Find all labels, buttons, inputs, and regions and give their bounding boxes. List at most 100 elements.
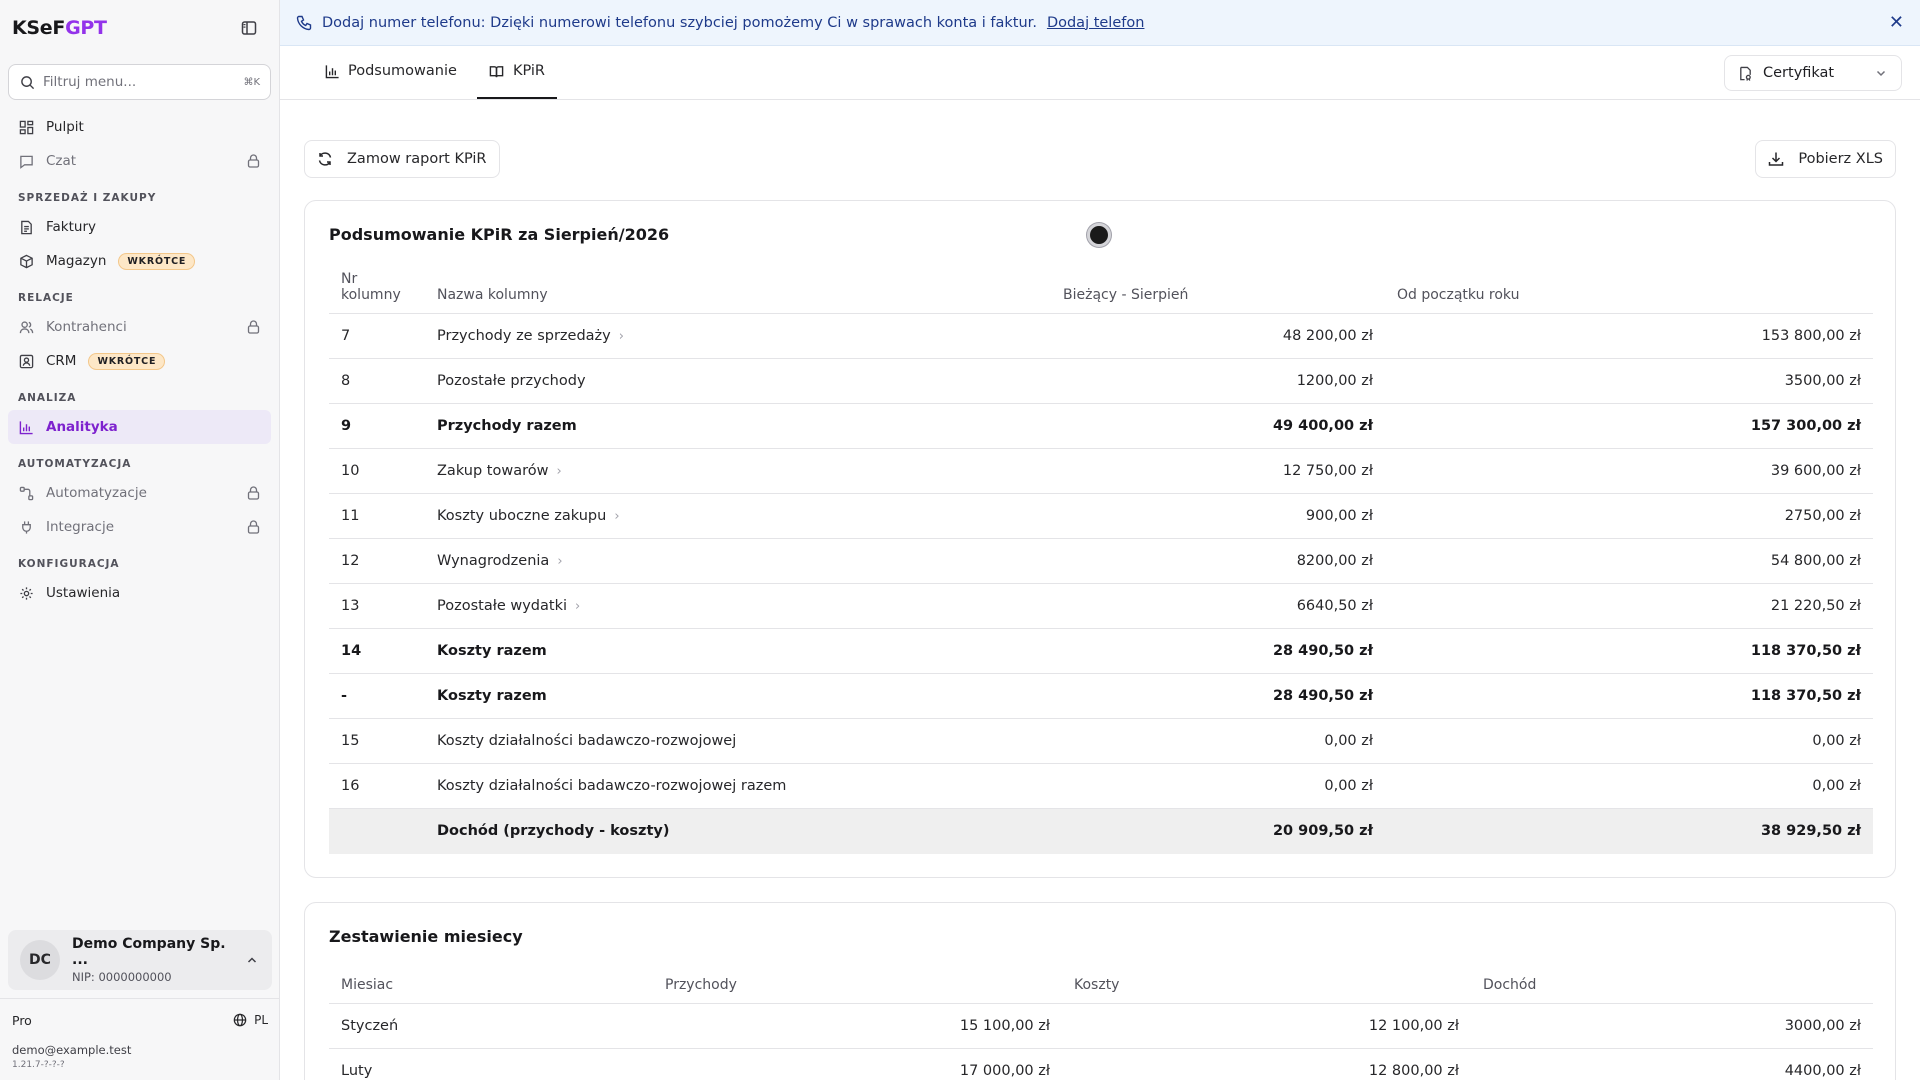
row-ytd-value: 0,00 zł — [1385, 763, 1873, 809]
workflow-icon — [18, 485, 34, 501]
column-header-name: Nazwa kolumny — [425, 271, 1063, 314]
section-heading-config: KONFIGURACJA — [18, 558, 120, 570]
monthly-summary-card: Zestawienie miesiecy Miesiac Przychody K… — [304, 902, 1896, 1080]
monthly-table: Miesiac Przychody Koszty Dochód Styczeń 1… — [329, 977, 1873, 1080]
total-row: Dochód (przychody - koszty) 20 909,50 zł 3… — [329, 808, 1873, 854]
table-row: 16 Koszty działalności badawczo-rozwojowe… — [329, 763, 1873, 809]
row-current-value: 28 490,50 zł — [1063, 673, 1385, 719]
column-header-income: Przychody — [653, 977, 1062, 1004]
row-name-cell: Koszty uboczne zakupu › — [425, 493, 1063, 539]
order-report-button[interactable]: Zamow raport KPiR — [304, 140, 500, 178]
tab-bar: Podsumowanie KPiR Certyfikat — [280, 46, 1920, 100]
sidebar-item-automatyzacje[interactable]: Automatyzacje — [8, 476, 271, 510]
row-ytd-value: 21 220,50 zł — [1385, 583, 1873, 629]
sidebar-toggle-icon[interactable] — [239, 18, 259, 38]
lock-icon — [245, 485, 261, 501]
row-ytd-value: 39 600,00 zł — [1385, 448, 1873, 494]
sidebar-item-magazyn[interactable]: Magazyn WKRÓTCE — [8, 244, 271, 278]
lock-icon — [245, 153, 261, 169]
row-name-cell: Koszty razem — [425, 673, 1063, 719]
menu-search-input[interactable]: Filtruj menu... ⌘K — [8, 64, 271, 100]
section-heading-automation: AUTOMATYZACJA — [18, 458, 132, 470]
sidebar-item-analityka[interactable]: Analityka — [8, 410, 271, 444]
certificate-select[interactable]: Certyfikat — [1724, 55, 1902, 91]
row-current-value: 49 400,00 zł — [1063, 403, 1385, 449]
row-name-cell: Pozostałe wydatki › — [425, 583, 1063, 629]
add-phone-link[interactable]: Dodaj telefon — [1047, 15, 1145, 31]
table-row[interactable]: 7 Przychody ze sprzedaży › 48 200,00 zł 153 … — [329, 313, 1873, 359]
row-name-cell: Pozostałe przychody — [425, 358, 1063, 404]
app-logo[interactable]: KSeFGPT — [12, 17, 107, 39]
monthly-title: Zestawienie miesiecy — [329, 927, 523, 946]
company-switcher[interactable]: DC Demo Company Sp. ... NIP: 0000000000 — [8, 930, 272, 990]
summary-title: Podsumowanie KPiR za Sierpień/2026 — [329, 225, 670, 244]
row-name[interactable]: Pozostałe wydatki — [437, 598, 567, 614]
row-name[interactable]: Koszty uboczne zakupu — [437, 508, 606, 524]
chevron-right-icon[interactable]: › — [557, 554, 562, 569]
table-header-row: Nr kolumny Nazwa kolumny Bieżący - Sierp… — [329, 271, 1873, 314]
sidebar-item-label: Faktury — [46, 219, 97, 235]
language-code: PL — [254, 1013, 268, 1027]
section-heading-relations: RELACJE — [18, 292, 74, 304]
close-icon[interactable]: ✕ — [1889, 12, 1904, 33]
sidebar: KSeFGPT Filtruj menu... ⌘K Pulpit Czat S… — [0, 0, 280, 1080]
table-row[interactable]: 11 Koszty uboczne zakupu › 900,00 zł 2750,00… — [329, 493, 1873, 539]
search-icon — [19, 74, 35, 90]
row-number: 9 — [329, 403, 425, 449]
row-name[interactable]: Zakup towarów — [437, 463, 548, 479]
row-ytd-value: 118 370,50 zł — [1385, 628, 1873, 674]
cursor-indicator — [1087, 223, 1111, 247]
download-icon — [1768, 151, 1784, 167]
chevron-right-icon[interactable]: › — [556, 464, 561, 479]
table-row: 9 Przychody razem 49 400,00 zł 157 300,00 z… — [329, 403, 1873, 449]
table-row[interactable]: 13 Pozostałe wydatki › 6640,50 zł 21 220,50 … — [329, 583, 1873, 629]
row-number: 7 — [329, 313, 425, 359]
sidebar-item-crm[interactable]: CRM WKRÓTCE — [8, 344, 271, 378]
chart-icon — [18, 419, 34, 435]
row-ytd-value: 153 800,00 zł — [1385, 313, 1873, 359]
table-row: - Koszty razem 28 490,50 zł 118 370,50 zł — [329, 673, 1873, 719]
row-ytd-value: 2750,00 zł — [1385, 493, 1873, 539]
search-placeholder: Filtruj menu... — [43, 74, 137, 90]
table-header-row: Miesiac Przychody Koszty Dochód — [329, 977, 1873, 1004]
sidebar-item-czat[interactable]: Czat — [8, 144, 271, 178]
search-shortcut: ⌘K — [243, 76, 260, 88]
row-name[interactable]: Wynagrodzenia — [437, 553, 549, 569]
month-income: 17 000,00 zł — [653, 1048, 1062, 1080]
company-nip: NIP: 0000000000 — [72, 970, 172, 984]
row-current-value: 1200,00 zł — [1063, 358, 1385, 404]
table-row[interactable]: 12 Wynagrodzenia › 8200,00 zł 54 800,00 zł — [329, 538, 1873, 584]
globe-icon — [232, 1012, 248, 1028]
row-number — [329, 808, 425, 854]
sidebar-item-ustawienia[interactable]: Ustawienia — [8, 576, 271, 610]
main-content: Dodaj numer telefonu: Dzięki numerowi te… — [280, 0, 1920, 1080]
download-xls-label: Pobierz XLS — [1798, 151, 1883, 167]
certificate-icon — [1737, 65, 1753, 81]
row-number: 15 — [329, 718, 425, 764]
chevron-right-icon[interactable]: › — [575, 599, 580, 614]
sidebar-item-kontrahenci[interactable]: Kontrahenci — [8, 310, 271, 344]
table-row: 15 Koszty działalności badawczo-rozwojowe… — [329, 718, 1873, 764]
lock-icon — [245, 519, 261, 535]
download-xls-button[interactable]: Pobierz XLS — [1755, 140, 1896, 178]
tab-kpir[interactable]: KPiR — [476, 45, 557, 99]
table-row: 14 Koszty razem 28 490,50 zł 118 370,50 zł — [329, 628, 1873, 674]
sidebar-item-integracje[interactable]: Integracje — [8, 510, 271, 544]
tab-podsumowanie[interactable]: Podsumowanie — [312, 45, 469, 99]
table-row: Styczeń 15 100,00 zł 12 100,00 zł 3000,00 z… — [329, 1003, 1873, 1049]
row-number: - — [329, 673, 425, 719]
row-name[interactable]: Przychody ze sprzedaży — [437, 328, 611, 344]
app-version: 1.21.7-?-?-? — [12, 1060, 65, 1070]
sidebar-header: KSeFGPT — [0, 0, 279, 56]
sidebar-item-pulpit[interactable]: Pulpit — [8, 110, 271, 144]
row-number: 10 — [329, 448, 425, 494]
chevron-right-icon[interactable]: › — [619, 329, 624, 344]
row-name: Koszty działalności badawczo-rozwojowej … — [437, 778, 787, 794]
table-row[interactable]: 10 Zakup towarów › 12 750,00 zł 39 600,00 zł — [329, 448, 1873, 494]
month-costs: 12 100,00 zł — [1062, 1003, 1471, 1049]
language-switcher[interactable]: PL — [232, 1012, 268, 1028]
row-name-cell: Wynagrodzenia › — [425, 538, 1063, 584]
month-income: 15 100,00 zł — [653, 1003, 1062, 1049]
sidebar-item-faktury[interactable]: Faktury — [8, 210, 271, 244]
chevron-right-icon[interactable]: › — [614, 509, 619, 524]
